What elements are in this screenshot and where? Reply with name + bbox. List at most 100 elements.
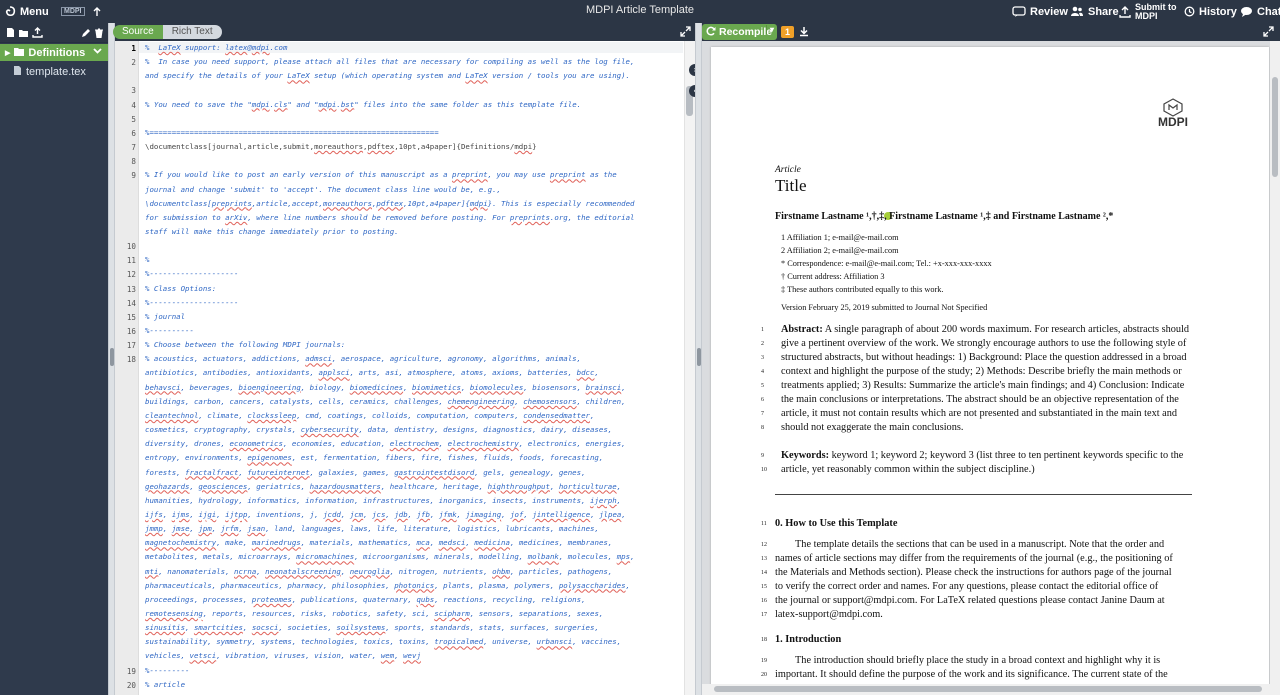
recompile-button[interactable]: Recompile ▾ xyxy=(702,24,777,40)
editor-mode-toggle[interactable]: Source Rich Text xyxy=(113,25,222,39)
code-line[interactable]: antibiotics, antibodies, antioxidants, a… xyxy=(145,366,599,380)
preview-scroll-thumb[interactable] xyxy=(1272,77,1278,177)
pdf-text-line: latex-support@mdpi.com. xyxy=(775,609,883,620)
code-line[interactable]: % acoustics, actuators, addictions, adms… xyxy=(145,352,581,366)
code-line[interactable]: %=======================================… xyxy=(145,126,439,140)
pdf-text-line: structured abstracts, but without headin… xyxy=(781,352,1187,363)
up-arrow-icon[interactable] xyxy=(93,0,105,23)
file-template-tex[interactable]: template.tex xyxy=(0,63,108,80)
pdf-line-number: 11 xyxy=(761,521,767,527)
pdf-text-line: article, it must not contain results whi… xyxy=(781,408,1178,419)
code-line[interactable]: staff will make this change immediately … xyxy=(145,225,399,239)
code-line[interactable]: jmmp, jmse, jpm, jrfm, jsan, land, langu… xyxy=(145,522,599,536)
code-line[interactable]: sustainability, symmetry, systems, techn… xyxy=(145,635,621,649)
code-line[interactable]: mti, nanomaterials, ncrna, neonatalscree… xyxy=(145,565,612,579)
code-line[interactable]: vehicles, vetsci, vibration, viruses, vi… xyxy=(145,649,421,663)
pdf-line-number: 12 xyxy=(761,542,767,548)
upload-icon xyxy=(1119,5,1131,18)
code-line[interactable]: geohazards, geosciences, geriatrics, haz… xyxy=(145,480,621,494)
code-line[interactable]: ijfs, ijms, ijgi, ijtpp, inventions, j, … xyxy=(145,508,626,522)
code-line[interactable]: % If you would like to post an early ver… xyxy=(145,168,617,182)
code-line[interactable]: diversity, drones, econometrics, economi… xyxy=(145,437,626,451)
code-line[interactable]: pharmaceuticals, pharmaceutics, pharmacy… xyxy=(145,579,630,593)
pdf-text-line: names of article sections may differ fro… xyxy=(775,553,1173,564)
chat-button[interactable]: Chat xyxy=(1240,0,1280,23)
code-line[interactable]: cleantechnol, climate, clockssleep, cmd,… xyxy=(145,409,594,423)
code-line[interactable]: %---------- xyxy=(145,324,194,338)
folder-icon xyxy=(14,47,25,59)
pdf-text-line: The template details the sections that c… xyxy=(795,539,1165,550)
code-line[interactable]: forests, fractalfract, futureinternet, g… xyxy=(145,466,586,480)
code-line[interactable]: entropy, environments, epigenomes, est, … xyxy=(145,451,603,465)
new-file-icon[interactable] xyxy=(6,27,15,41)
code-line[interactable]: % LaTeX support: latex@mdpi.com xyxy=(145,41,287,55)
editor-scrollbar[interactable] xyxy=(684,41,695,695)
code-line[interactable]: % article xyxy=(145,678,185,692)
code-line[interactable]: % In case you need support, please attac… xyxy=(145,55,634,69)
code-line[interactable]: \documentclass[journal,article,submit,mo… xyxy=(145,140,537,154)
source-tab[interactable]: Source xyxy=(113,25,163,39)
log-warnings-badge[interactable]: 1 xyxy=(781,26,794,38)
code-line[interactable]: % journal xyxy=(145,310,185,324)
code-line[interactable]: %-------------------- xyxy=(145,296,238,310)
line-number: 12 xyxy=(126,270,136,280)
code-line[interactable]: and specify the details of your LaTeX se… xyxy=(145,69,630,83)
rich-text-tab[interactable]: Rich Text xyxy=(162,25,222,39)
menu-button[interactable]: Menu xyxy=(5,0,49,23)
pdf-line-number: 17 xyxy=(761,612,767,618)
expand-preview-icon[interactable] xyxy=(1263,26,1274,40)
code-line[interactable]: buildings, carbon, cancers, catalysts, c… xyxy=(145,395,626,409)
code-line[interactable]: % Choose between the following MDPI jour… xyxy=(145,338,345,352)
code-line[interactable]: cosmetics, cryptography, crystals, cyber… xyxy=(145,423,612,437)
new-folder-icon[interactable] xyxy=(18,27,29,41)
code-line[interactable]: %--------- xyxy=(145,664,190,678)
pdf-line-number: 8 xyxy=(761,425,764,431)
code-line[interactable]: \documentclass[preprints,article,accept,… xyxy=(145,197,635,211)
expand-editor-icon[interactable] xyxy=(680,26,691,40)
upload-file-icon[interactable] xyxy=(32,27,43,41)
pdf-text-line: article, yet reasonably common within th… xyxy=(781,464,1035,475)
code-line[interactable]: sinusitis, smartcities, socsci, societie… xyxy=(145,621,599,635)
pdf-line-number: 7 xyxy=(761,411,764,417)
line-number: 14 xyxy=(126,298,136,308)
code-line[interactable]: % xyxy=(145,253,149,267)
pdf-line-number: 1 xyxy=(761,327,764,333)
history-button[interactable]: History xyxy=(1184,0,1237,23)
pdf-line-number: 16 xyxy=(761,598,767,604)
pdf-line-number: 20 xyxy=(761,672,767,678)
code-line[interactable]: humanities, hydrology, informatics, info… xyxy=(145,494,621,508)
code-editor[interactable]: % LaTeX support: latex@mdpi.com% In case… xyxy=(145,41,685,695)
pdf-text-line: give a pertinent overview of the work. W… xyxy=(781,338,1187,349)
code-line[interactable]: metabolites, metals, microarrays, microm… xyxy=(145,550,635,564)
line-number: 11 xyxy=(126,256,136,266)
rename-pencil-icon[interactable] xyxy=(81,27,91,41)
editor-preview-resize-handle[interactable] xyxy=(695,23,702,695)
line-number: 20 xyxy=(126,680,136,690)
line-number: 19 xyxy=(126,666,136,676)
code-line[interactable]: journal and change 'submit' to 'accept'.… xyxy=(145,183,501,197)
pdf-preview[interactable]: MDPI Article Title Firstname Lastname ¹,†,… xyxy=(702,41,1280,695)
delete-trash-icon[interactable] xyxy=(95,27,103,41)
folder-definitions[interactable]: ▶ Definitions xyxy=(0,44,108,61)
submit-to-mdpi-button[interactable]: Submit to MDPI xyxy=(1119,0,1177,23)
code-line[interactable]: % Class Options: xyxy=(145,282,216,296)
caret-down-icon[interactable]: ▾ xyxy=(765,25,774,34)
code-line[interactable]: %-------------------- xyxy=(145,267,238,281)
code-line[interactable]: behavsci, beverages, bioengineering, bio… xyxy=(145,381,626,395)
line-number: 6 xyxy=(131,128,136,138)
code-line[interactable]: for submission to arXiv, where line numb… xyxy=(145,211,634,225)
chevron-down-icon[interactable] xyxy=(93,46,102,58)
share-button[interactable]: Share xyxy=(1070,0,1119,23)
code-line[interactable]: remotesensing, reports, resources, risks… xyxy=(145,607,603,621)
code-line[interactable]: proceedings, processes, proteomes, publi… xyxy=(145,593,586,607)
code-line[interactable]: % You need to save the "mdpi.cls" and "m… xyxy=(145,98,581,112)
preview-horizontal-thumb[interactable] xyxy=(714,686,1262,692)
code-line[interactable]: magnetochemistry, make, marinedrugs, mat… xyxy=(145,536,612,550)
download-pdf-icon[interactable] xyxy=(799,26,809,40)
pdf-text-line: treatments applied; 3) Results: Summariz… xyxy=(781,380,1185,391)
line-number: 1 xyxy=(131,44,136,53)
review-button[interactable]: Review xyxy=(1012,0,1068,23)
sidebar-resize-handle[interactable] xyxy=(108,23,115,695)
preview-header: Recompile ▾ 1 xyxy=(702,23,1280,41)
pdf-line-number: 10 xyxy=(761,467,767,473)
